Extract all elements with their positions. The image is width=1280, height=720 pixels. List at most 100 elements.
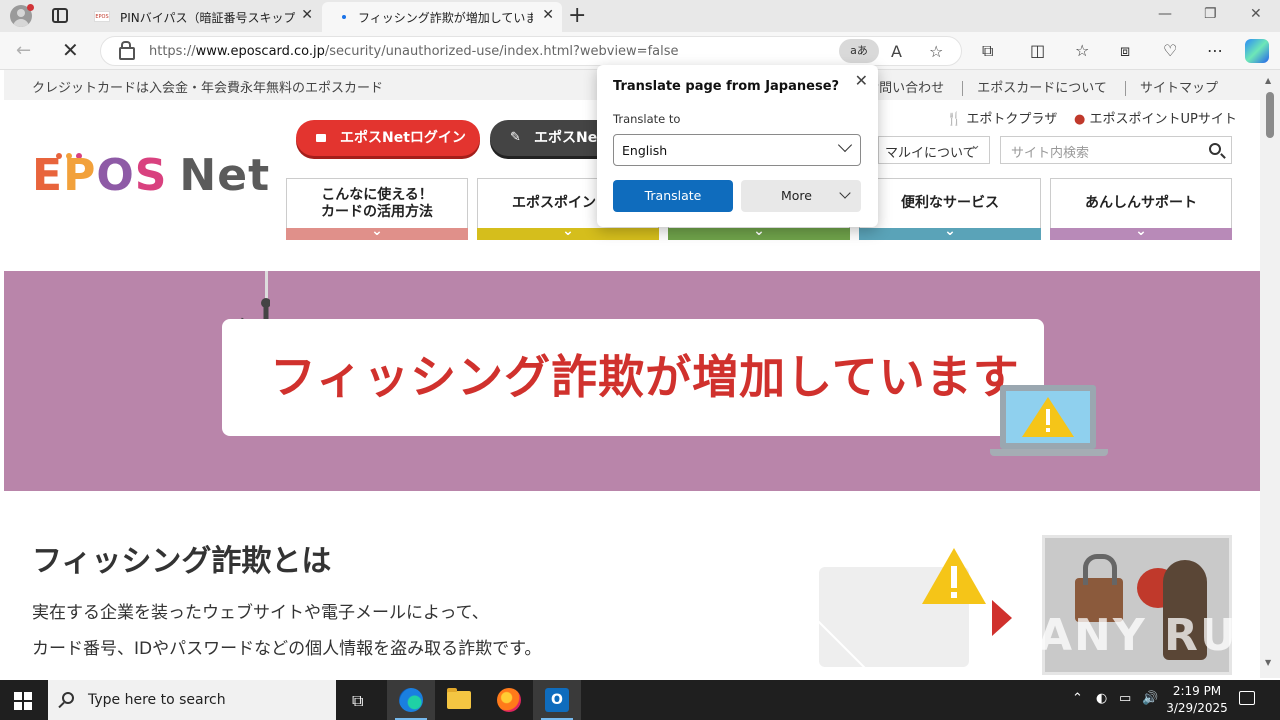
close-window-icon[interactable]: ✕ — [1250, 6, 1262, 22]
network-icon[interactable]: ▭ — [1119, 691, 1131, 706]
tagline: クレジットカードは入会金・年会費永年無料のエポスカード — [32, 81, 384, 96]
gnav-label: 便利なサービス — [901, 195, 999, 212]
chevron-down-icon — [859, 228, 1041, 240]
marui-dropdown[interactable]: マルイについて — [878, 136, 990, 164]
notification-icon[interactable] — [1239, 691, 1255, 705]
more-button[interactable]: More — [741, 180, 861, 212]
epos-net-login-button[interactable]: エポスNetログイン — [296, 120, 480, 156]
section-text-line: 実在する企業を装ったウェブサイトや電子メールによって、 — [32, 603, 489, 623]
translate-icon[interactable]: aあ — [839, 39, 879, 63]
windows-taskbar: Type here to search ⧉ O ⌃ ◐ ▭ 🔊 2:19 PM … — [0, 680, 1280, 720]
laptop-base — [990, 449, 1108, 456]
language-select[interactable]: English — [613, 134, 861, 166]
gnav-support[interactable]: あんしんサポート — [1050, 178, 1232, 240]
security-icon[interactable]: ◐ — [1096, 691, 1107, 706]
chevron-down-icon — [477, 228, 659, 240]
gnav-label: あんしんサポート — [1085, 195, 1197, 212]
windows-start-icon[interactable] — [14, 692, 32, 710]
site-search-input[interactable]: サイト内検索 — [1000, 136, 1232, 164]
collections-icon[interactable]: ⧈ — [1120, 41, 1130, 61]
translate-to-label: Translate to — [613, 112, 681, 126]
translate-button[interactable]: Translate — [613, 180, 733, 212]
fishing-line — [265, 271, 268, 299]
show-hidden-icons-chevron-icon[interactable]: ⌃ — [1072, 691, 1083, 706]
edge-taskbar-icon[interactable] — [387, 680, 435, 720]
more-button-label: More — [781, 188, 812, 203]
favorites-icon[interactable]: ☆ — [1075, 41, 1089, 60]
task-view-icon[interactable]: ⧉ — [338, 680, 386, 720]
section-text-line: カード番号、IDやパスワードなどの個人情報を盗み取る詐欺です。 — [32, 639, 542, 659]
url-text[interactable]: https://www.eposcard.co.jp/security/unau… — [149, 44, 679, 59]
profile-notification-dot — [27, 4, 34, 11]
gnav-label: カードの活用方法 — [321, 204, 433, 220]
browser-essentials-icon[interactable]: ♡ — [1163, 41, 1177, 60]
tab-title: フィッシング詐欺が増加しています | エ — [358, 11, 533, 25]
outlook-icon[interactable]: O — [533, 680, 581, 720]
browser-tab-bar: EPOS PINバイパス（暗証番号スキップ機能 ✕ フィッシング詐欺が増加してい… — [0, 0, 1280, 32]
chevron-down-icon — [1050, 228, 1232, 240]
stop-loading-icon[interactable]: ✕ — [62, 38, 79, 62]
copilot-icon[interactable] — [1245, 39, 1269, 63]
money-bag-icon: ● — [1074, 112, 1090, 127]
new-tab-icon[interactable]: + — [568, 3, 586, 28]
scroll-down-icon[interactable]: ▼ — [1265, 658, 1271, 667]
utility-link-sitemap[interactable]: サイトマップ — [1124, 81, 1232, 96]
page-scrollbar[interactable]: ▲ ▼ — [1260, 70, 1280, 678]
scrollbar-thumb[interactable] — [1266, 92, 1274, 138]
address-bar[interactable]: https://www.eposcard.co.jp/security/unau… — [100, 36, 962, 66]
extensions-icon[interactable]: ⧉ — [982, 41, 993, 61]
section-title: フィッシング詐欺とは — [32, 544, 332, 579]
file-explorer-icon[interactable] — [435, 680, 483, 720]
restore-icon[interactable]: ❐ — [1204, 6, 1217, 22]
scroll-up-icon[interactable]: ▲ — [1265, 76, 1271, 85]
utility-link-about[interactable]: エポスカードについて — [962, 81, 1121, 96]
anyrun-watermark: ANY RUN — [1038, 610, 1260, 661]
tab-actions-icon[interactable] — [52, 8, 68, 23]
phishing-hero-banner: フィッシング詐欺が増加しています — [4, 271, 1260, 491]
arrow-right-icon — [992, 600, 1012, 636]
system-clock[interactable]: 2:19 PM 3/29/2025 — [1160, 683, 1234, 717]
site-search-placeholder: サイト内検索 — [1011, 146, 1090, 161]
hero-card: フィッシング詐欺が増加しています — [222, 319, 1044, 436]
taskbar-search-placeholder: Type here to search — [88, 692, 226, 708]
hero-title: フィッシング詐欺が増加しています — [270, 350, 1020, 404]
browser-tab-pin-bypass[interactable]: EPOS PINバイパス（暗証番号スキップ機能 ✕ — [84, 2, 321, 32]
epos-net-logo[interactable]: EPOS Net — [32, 150, 270, 201]
favorite-star-icon[interactable]: ☆ — [929, 42, 943, 61]
gnav-label: こんなに使える！ — [321, 186, 433, 203]
taskbar-search-box[interactable]: Type here to search — [48, 680, 336, 720]
tab-title: PINバイパス（暗証番号スキップ機能 — [120, 11, 295, 25]
clock-date: 3/29/2025 — [1166, 701, 1228, 715]
browser-tab-phishing[interactable]: フィッシング詐欺が増加しています | エ ✕ — [322, 2, 562, 32]
split-screen-icon[interactable]: ◫ — [1030, 41, 1045, 60]
search-icon[interactable] — [1209, 143, 1221, 155]
search-icon — [62, 692, 74, 704]
warning-triangle-icon — [922, 548, 986, 604]
chevron-down-icon — [837, 137, 853, 153]
chevron-down-icon — [668, 228, 850, 240]
firefox-icon[interactable] — [485, 680, 533, 720]
selected-language: English — [622, 143, 668, 158]
loading-icon — [342, 15, 346, 19]
epos-favicon-icon: EPOS — [94, 11, 110, 22]
gnav-services[interactable]: 便利なサービス — [859, 178, 1041, 240]
translate-popup-title: Translate page from Japanese? — [613, 79, 840, 94]
lock-icon[interactable] — [119, 41, 135, 60]
fork-knife-icon: 🍴 — [946, 112, 967, 127]
minimize-icon[interactable]: — — [1158, 6, 1172, 22]
close-icon[interactable]: ✕ — [855, 71, 868, 90]
chevron-down-icon — [286, 228, 468, 240]
warning-triangle-icon — [1022, 397, 1074, 437]
epotoku-plaza-link[interactable]: 🍴 エポトクプラザ — [946, 108, 1057, 127]
close-tab-icon[interactable]: ✕ — [301, 7, 313, 23]
read-aloud-icon[interactable]: A — [891, 42, 902, 61]
clock-time: 2:19 PM — [1172, 684, 1222, 698]
back-arrow-icon[interactable]: ← — [16, 40, 31, 61]
more-menu-icon[interactable]: ⋯ — [1207, 41, 1223, 60]
close-tab-icon[interactable]: ✕ — [542, 7, 554, 23]
gnav-card-usage[interactable]: こんなに使える！ カードの活用方法 — [286, 178, 468, 240]
volume-icon[interactable]: 🔊 — [1142, 691, 1158, 706]
point-up-site-link[interactable]: ● エポスポイントUPサイト — [1074, 108, 1237, 127]
laptop-warning-icon — [1000, 385, 1096, 449]
chevron-down-icon — [839, 187, 851, 199]
